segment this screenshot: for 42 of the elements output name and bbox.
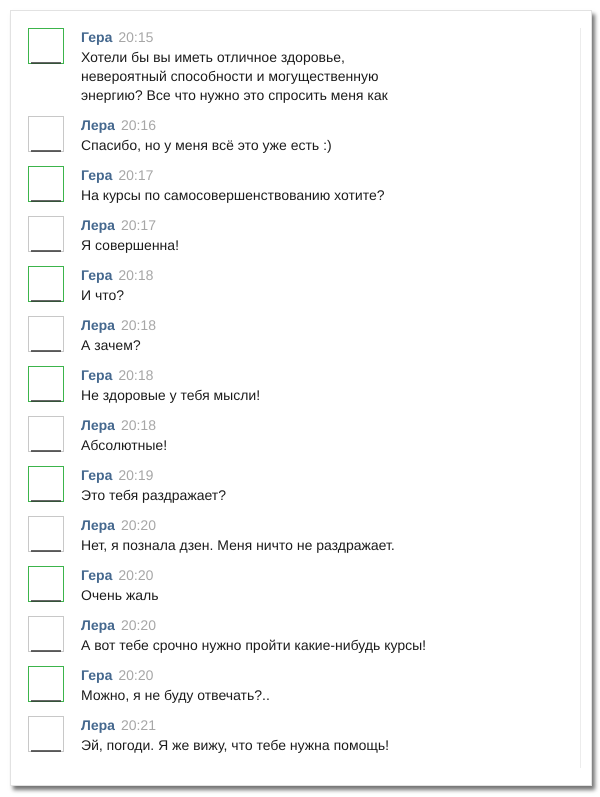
author-name[interactable]: Гера — [81, 566, 112, 584]
author-name[interactable]: Лера — [81, 416, 115, 434]
author-name[interactable]: Гера — [81, 666, 112, 684]
message-time: 20:18 — [120, 416, 156, 434]
message-text: Не здоровые у тебя мысли! — [81, 386, 260, 405]
message-text: Это тебя раздражает? — [81, 486, 226, 505]
message-text: На курсы по самосовершенствованию хотите? — [81, 186, 385, 205]
message-time: 20:18 — [118, 366, 154, 384]
message-text: Я совершенна! — [81, 236, 179, 255]
author-name[interactable]: Лера — [81, 216, 115, 234]
author-name[interactable]: Гера — [81, 166, 112, 184]
message-time: 20:20 — [120, 516, 156, 534]
author-name[interactable]: Лера — [81, 616, 115, 634]
message-text: Можно, я не буду отвечать?.. — [81, 686, 270, 705]
message-text: Хотели бы вы иметь отличное здоровье, невероятный способности и могущественную энергию? Все что нужно это спросить меня как — [81, 48, 388, 105]
message-time: 20:20 — [118, 566, 154, 584]
message-time: 20:18 — [118, 266, 154, 284]
message-text: Спасибо, но у меня всё это уже есть :) — [81, 136, 332, 155]
message-time: 20:19 — [118, 466, 154, 484]
message-time: 20:21 — [120, 716, 156, 734]
message-text: А вот тебе срочно нужно пройти какие-нибудь курсы! — [81, 636, 426, 655]
message-text: А зачем? — [81, 336, 142, 355]
author-name[interactable]: Гера — [81, 466, 112, 484]
message-text: И что? — [81, 286, 126, 305]
message-time: 20:15 — [118, 28, 154, 46]
author-name[interactable]: Лера — [81, 116, 115, 134]
author-name[interactable]: Гера — [81, 28, 112, 46]
author-name[interactable]: Гера — [81, 366, 112, 384]
message-text: Эй, погоди. Я же вижу, что тебе нужна помощь! — [81, 736, 390, 755]
message-time: 20:20 — [118, 666, 154, 684]
message-time: 20:16 — [120, 116, 156, 134]
message-time: 20:17 — [118, 166, 154, 184]
author-name[interactable]: Лера — [81, 516, 115, 534]
message-time: 20:18 — [120, 316, 156, 334]
message-text: Нет, я познала дзен. Меня ничто не раздражает. — [81, 536, 395, 555]
author-name[interactable]: Гера — [81, 266, 112, 284]
message-time: 20:17 — [120, 216, 156, 234]
message-text: Очень жаль — [81, 586, 158, 605]
message-time: 20:20 — [120, 616, 156, 634]
author-name[interactable]: Лера — [81, 316, 115, 334]
author-name[interactable]: Лера — [81, 716, 115, 734]
message-text: Абсолютные! — [81, 436, 168, 455]
